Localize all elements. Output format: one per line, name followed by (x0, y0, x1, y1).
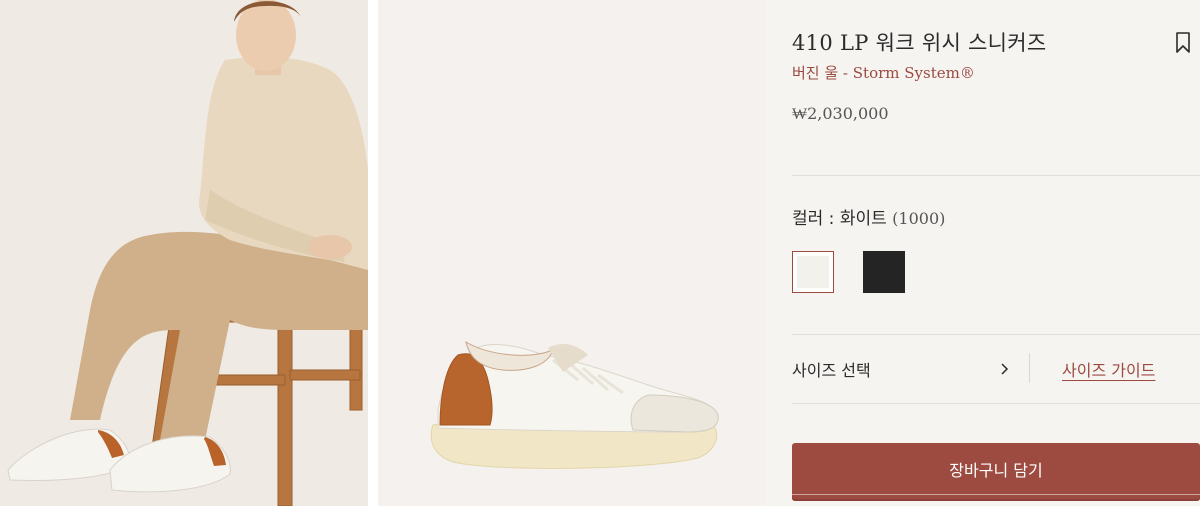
size-separator (1029, 353, 1030, 383)
model-photo[interactable] (0, 0, 368, 506)
product-title: 410 LP 워크 위시 스니커즈 (792, 31, 1047, 55)
divider (792, 175, 1200, 176)
divider (792, 334, 1200, 335)
add-to-cart-button[interactable]: 장바구니 담기 (792, 443, 1200, 501)
size-select-button[interactable]: 사이즈 선택 (792, 357, 871, 381)
color-code: (1000) (892, 209, 946, 228)
product-material: 버진 울 - Storm System® (792, 64, 975, 82)
color-swatch-white[interactable] (792, 251, 834, 293)
shoe-photo[interactable] (378, 0, 765, 506)
divider (792, 403, 1200, 404)
product-gallery (0, 0, 765, 506)
product-price: ₩2,030,000 (792, 104, 889, 123)
gallery-gap (368, 0, 378, 506)
model-illustration (0, 0, 368, 506)
size-row: 사이즈 선택 사이즈 가이드 (792, 353, 1200, 383)
color-label: 컬러 : 화이트 (1000) (792, 204, 945, 229)
color-swatch-black[interactable] (863, 251, 905, 293)
chevron-right-icon[interactable] (1000, 361, 1010, 375)
sneaker-illustration (378, 0, 765, 506)
size-guide-link[interactable]: 사이즈 가이드 (1062, 357, 1155, 381)
button-underline (792, 494, 1200, 495)
product-info-panel: 410 LP 워크 위시 스니커즈 버진 울 - Storm System® ₩… (765, 0, 1200, 506)
bookmark-icon[interactable] (1175, 32, 1191, 54)
add-to-cart-label: 장바구니 담기 (949, 461, 1043, 480)
color-name: 컬러 : 화이트 (792, 209, 887, 229)
swatch-fill (797, 256, 829, 288)
